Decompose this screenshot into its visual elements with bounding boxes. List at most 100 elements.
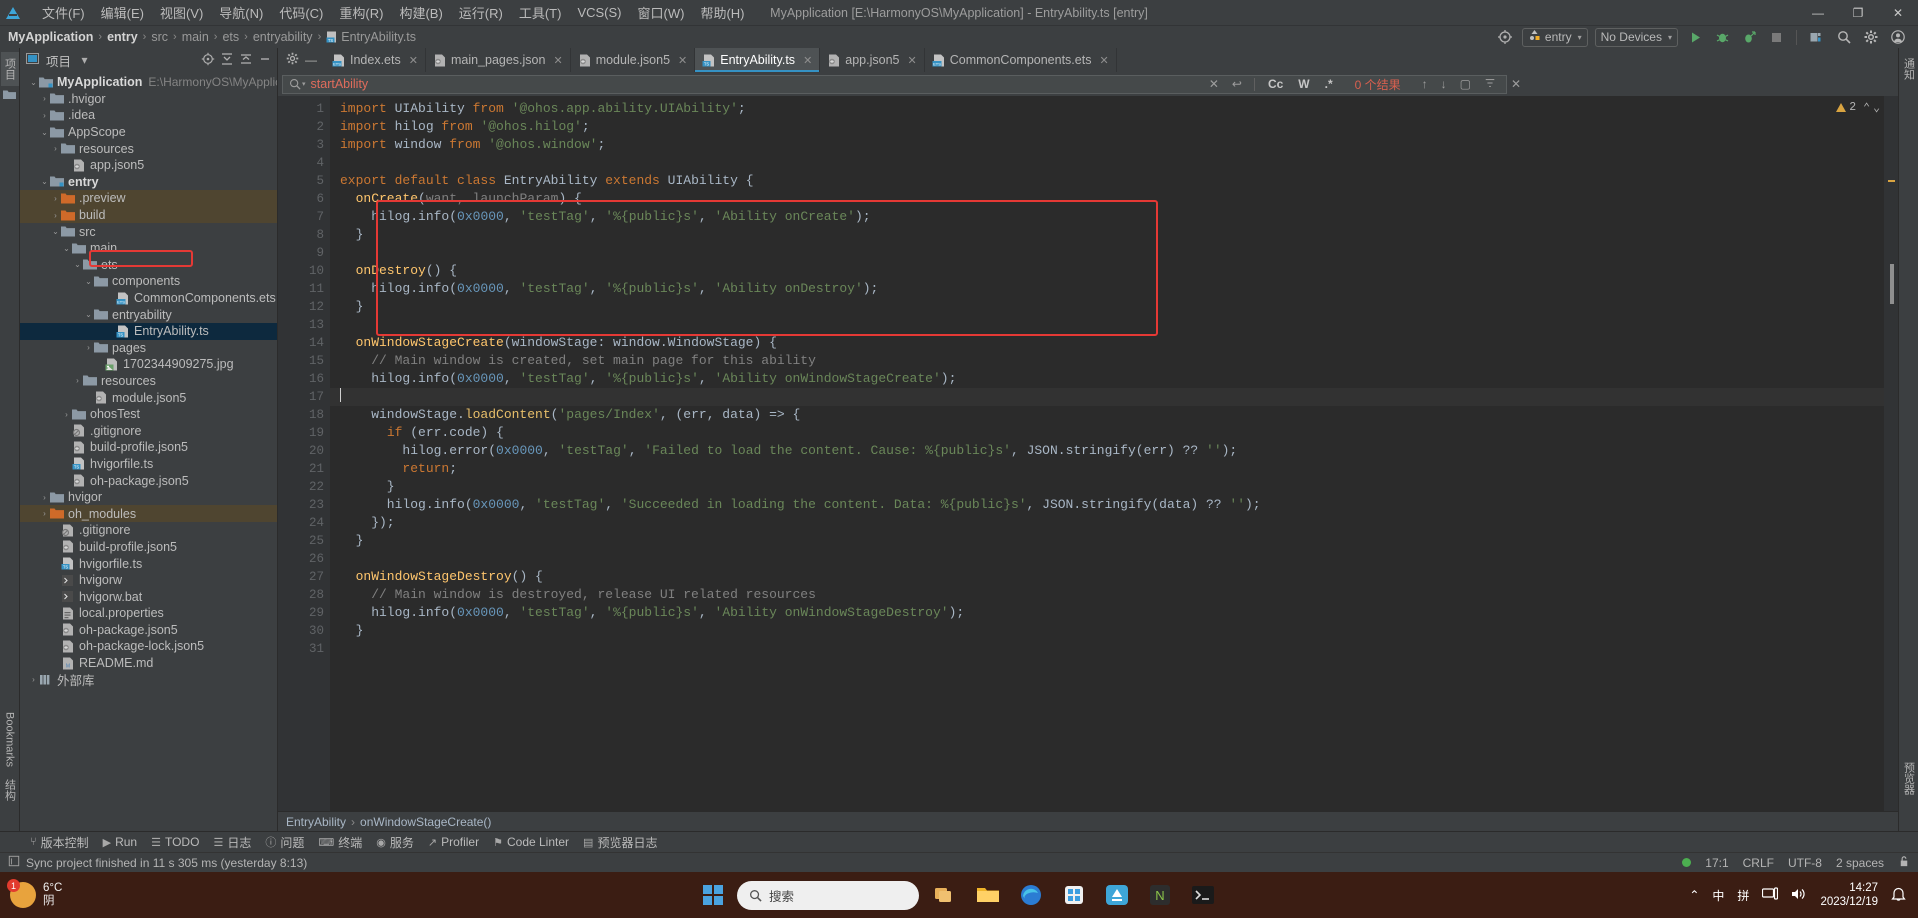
editor-tab-main-pages-json[interactable]: main_pages.json ✕ <box>426 48 571 72</box>
tree-item--gitignore[interactable]: .gitignore <box>20 522 277 539</box>
tree-item-entryability-ts[interactable]: TS EntryAbility.ts <box>20 322 277 340</box>
code-content[interactable]: 2 ⌃ ⌄ import UIAbility from '@ohos.app.a… <box>330 96 1884 811</box>
chevron-up-icon[interactable]: ⌃ <box>1863 100 1870 115</box>
tree-item-components[interactable]: ⌄ components <box>20 273 277 290</box>
chevron-down-icon[interactable]: ▾ <box>76 53 93 67</box>
nodejs-icon[interactable]: N <box>1143 878 1177 912</box>
tree-item-app-json5[interactable]: app.json5 <box>20 157 277 174</box>
close-find-icon[interactable]: ✕ <box>1507 77 1525 91</box>
editor-tab-index-ets[interactable]: ETS Index.ets ✕ <box>325 48 426 72</box>
menu-item-3[interactable]: 导航(N) <box>211 0 271 25</box>
tree-item-hvigorfile-ts[interactable]: TS hvigorfile.ts <box>20 456 277 473</box>
breadcrumb-item-4[interactable]: ets <box>222 30 239 44</box>
lock-icon[interactable] <box>1898 855 1910 871</box>
tree-item-build-profile-json5[interactable]: build-profile.json5 <box>20 539 277 556</box>
tree-item-main[interactable]: ⌄ main <box>20 240 277 257</box>
task-view-icon[interactable] <box>928 878 962 912</box>
regex-toggle[interactable]: .* <box>1320 77 1338 91</box>
tool-window-code-linter[interactable]: ⚑ Code Linter <box>493 835 569 849</box>
tree-item-oh-package-json5[interactable]: oh-package.json5 <box>20 472 277 489</box>
maximize-button[interactable]: ❐ <box>1838 0 1878 26</box>
tree-item-hvigorw[interactable]: hvigorw <box>20 572 277 589</box>
match-case-toggle[interactable]: Cc <box>1263 77 1288 91</box>
menu-item-10[interactable]: 窗口(W) <box>630 0 693 25</box>
sidebar-tab-bookmarks[interactable]: Bookmarks <box>3 706 17 773</box>
terminal-icon[interactable] <box>1186 878 1220 912</box>
taskbar-time[interactable]: 14:27 <box>1820 881 1878 895</box>
editor-tab-commoncomponents-ets[interactable]: ETS CommonComponents.ets ✕ <box>925 48 1117 72</box>
close-button[interactable]: ✕ <box>1878 0 1918 26</box>
tree-item-hvigor[interactable]: › hvigor <box>20 489 277 506</box>
profile-icon[interactable] <box>1739 27 1759 47</box>
hide-panel-icon[interactable] <box>256 52 273 69</box>
find-settings-icon[interactable] <box>1480 77 1500 92</box>
ime-pinyin-indicator[interactable]: 拼 <box>1737 887 1749 904</box>
menu-item-6[interactable]: 构建(B) <box>391 0 450 25</box>
folder-icon[interactable] <box>3 89 16 103</box>
menu-item-5[interactable]: 重构(R) <box>331 0 391 25</box>
editor-tab-app-json5[interactable]: app.json5 ✕ <box>820 48 925 72</box>
device-selector[interactable]: No Devices ▾ <box>1594 27 1678 47</box>
sidebar-tab-notifications[interactable]: 通知 <box>1900 52 1918 86</box>
sidebar-tab-project[interactable]: 项目 <box>0 52 19 86</box>
menu-item-8[interactable]: 工具(T) <box>511 0 570 25</box>
tree-item-build-profile-json5[interactable]: build-profile.json5 <box>20 439 277 456</box>
file-encoding[interactable]: UTF-8 <box>1788 856 1822 870</box>
stop-button[interactable] <box>1766 27 1786 47</box>
chevron-down-icon[interactable]: ⌄ <box>61 244 72 253</box>
module-selector[interactable]: entry ▾ <box>1521 27 1588 47</box>
clear-search-icon[interactable]: ✕ <box>1205 77 1223 91</box>
tree-item-module-json5[interactable]: module.json5 <box>20 389 277 406</box>
chevron-right-icon[interactable]: › <box>83 343 94 352</box>
tree-item-1702344909275-jpg[interactable]: 1702344909275.jpg <box>20 356 277 373</box>
account-icon[interactable] <box>1888 27 1908 47</box>
menu-item-4[interactable]: 代码(C) <box>271 0 331 25</box>
tool-window---[interactable]: ☰ 日志 <box>213 834 251 851</box>
tree-item-readme-md[interactable]: M README.md <box>20 655 277 672</box>
ime-mode-indicator[interactable]: 中 <box>1712 887 1724 904</box>
chevron-down-icon[interactable]: ⌄ <box>28 78 39 87</box>
settings-gear-icon[interactable] <box>286 52 299 68</box>
breadcrumb-item-2[interactable]: src <box>151 30 168 44</box>
tree-item-src[interactable]: ⌄ src <box>20 223 277 240</box>
tree-item-hvigorfile-ts[interactable]: TS hvigorfile.ts <box>20 555 277 572</box>
select-all-occurrences-icon[interactable]: ▢ <box>1456 77 1475 91</box>
chevron-down-icon[interactable]: ⌄ <box>50 227 61 236</box>
breadcrumb-item-1[interactable]: entry <box>107 30 138 44</box>
menu-item-0[interactable]: 文件(F) <box>34 0 93 25</box>
close-tab-icon[interactable]: ✕ <box>908 54 917 67</box>
editor-tab-module-json5[interactable]: module.json5 ✕ <box>571 48 696 72</box>
run-button[interactable] <box>1685 27 1705 47</box>
tool-window-profiler[interactable]: ↗ Profiler <box>428 835 479 849</box>
find-previous-icon[interactable]: ↑ <box>1418 77 1432 91</box>
edge-icon[interactable] <box>1014 878 1048 912</box>
start-button[interactable] <box>698 880 728 910</box>
tree-item-entry[interactable]: ⌄ entry <box>20 174 277 191</box>
locate-icon[interactable] <box>199 52 216 69</box>
breadcrumb-class[interactable]: EntryAbility <box>286 815 346 829</box>
breadcrumb-item-0[interactable]: MyApplication <box>8 30 93 44</box>
tree-item-pages[interactable]: › pages <box>20 340 277 357</box>
indent-setting[interactable]: 2 spaces <box>1836 856 1884 870</box>
chevron-right-icon[interactable]: › <box>39 493 50 502</box>
search-history-icon[interactable]: ↩ <box>1228 77 1246 91</box>
chevron-down-icon[interactable]: ⌄ <box>72 260 83 269</box>
chevron-right-icon[interactable]: › <box>61 410 72 419</box>
project-tree[interactable]: ⌄MyApplicationE:\HarmonyOS\MyApplicatio›… <box>20 72 277 831</box>
close-tab-icon[interactable]: ✕ <box>1099 54 1108 67</box>
gear-icon[interactable] <box>1861 27 1881 47</box>
tool-window------[interactable]: ▤ 预览器日志 <box>583 834 657 851</box>
deveco-icon[interactable] <box>1100 878 1134 912</box>
tool-window---[interactable]: ⌨ 终端 <box>318 834 362 851</box>
find-next-icon[interactable]: ↓ <box>1437 77 1451 91</box>
inspection-status[interactable]: 2 ⌃ ⌄ <box>1836 100 1880 115</box>
menu-item-2[interactable]: 视图(V) <box>152 0 211 25</box>
tree-item-entryability[interactable]: ⌄ entryability <box>20 306 277 323</box>
tree-item-resources[interactable]: › resources <box>20 373 277 390</box>
tree-item--idea[interactable]: › .idea <box>20 107 277 124</box>
minimize-button[interactable]: — <box>1798 0 1838 26</box>
network-icon[interactable] <box>1762 886 1779 904</box>
store-icon[interactable] <box>1057 878 1091 912</box>
chevron-right-icon[interactable]: › <box>28 675 39 684</box>
cursor-position[interactable]: 17:1 <box>1705 856 1728 870</box>
